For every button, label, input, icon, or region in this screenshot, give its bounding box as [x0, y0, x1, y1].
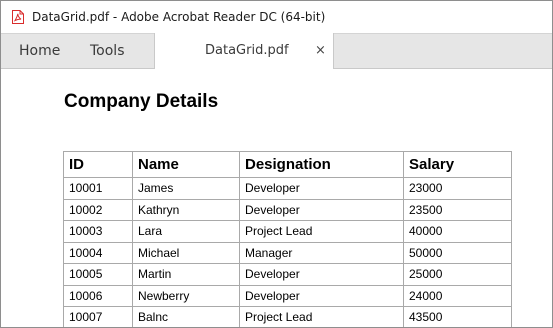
- document-tab-label[interactable]: DataGrid.pdf: [205, 33, 289, 69]
- cell-name: Martin: [132, 263, 240, 286]
- cell-name: Newberry: [132, 284, 240, 307]
- tab-tools[interactable]: Tools: [90, 34, 125, 69]
- tab-document[interactable]: DataGrid.pdf ×: [154, 33, 334, 70]
- cell-salary: 24000: [403, 284, 512, 307]
- table-row: 10006 Newberry Developer 24000: [63, 284, 512, 307]
- cell-salary: 43500: [403, 306, 512, 327]
- cell-id: 10004: [63, 241, 133, 264]
- table-header-row: ID Name Designation Salary: [63, 151, 512, 178]
- cell-salary: 50000: [403, 241, 512, 264]
- cell-designation: Project Lead: [239, 220, 404, 243]
- app-window: DataGrid.pdf - Adobe Acrobat Reader DC (…: [0, 0, 553, 328]
- acrobat-pdf-icon: [12, 10, 24, 24]
- cell-id: 10003: [63, 220, 133, 243]
- column-header-id: ID: [63, 151, 133, 178]
- cell-id: 10001: [63, 177, 133, 200]
- cell-designation: Manager: [239, 241, 404, 264]
- page-title: Company Details: [64, 91, 219, 112]
- cell-name: Balnc: [132, 306, 240, 327]
- cell-id: 10002: [63, 198, 133, 221]
- cell-salary: 25000: [403, 263, 512, 286]
- table-row: 10002 Kathryn Developer 23500: [63, 198, 512, 221]
- cell-salary: 23000: [403, 177, 512, 200]
- column-header-salary: Salary: [403, 151, 512, 178]
- cell-designation: Developer: [239, 263, 404, 286]
- column-header-name: Name: [132, 151, 240, 178]
- cell-id: 10005: [63, 263, 133, 286]
- cell-name: Kathryn: [132, 198, 240, 221]
- cell-name: James: [132, 177, 240, 200]
- cell-designation: Developer: [239, 198, 404, 221]
- table-row: 10007 Balnc Project Lead 43500: [63, 306, 512, 327]
- table-row: 10004 Michael Manager 50000: [63, 241, 512, 264]
- cell-designation: Project Lead: [239, 306, 404, 327]
- table-row: 10001 James Developer 23000: [63, 177, 512, 200]
- table-row: 10003 Lara Project Lead 40000: [63, 220, 512, 243]
- cell-name: Michael: [132, 241, 240, 264]
- close-icon[interactable]: ×: [315, 33, 326, 69]
- cell-id: 10006: [63, 284, 133, 307]
- cell-salary: 23500: [403, 198, 512, 221]
- data-table: ID Name Designation Salary 10001 James D…: [63, 151, 512, 327]
- table-row: 10005 Martin Developer 25000: [63, 263, 512, 286]
- tab-home[interactable]: Home: [19, 34, 60, 69]
- cell-designation: Developer: [239, 284, 404, 307]
- column-header-designation: Designation: [239, 151, 404, 178]
- cell-id: 10007: [63, 306, 133, 327]
- window-title: DataGrid.pdf - Adobe Acrobat Reader DC (…: [32, 10, 326, 24]
- cell-name: Lara: [132, 220, 240, 243]
- title-bar: DataGrid.pdf - Adobe Acrobat Reader DC (…: [1, 1, 552, 33]
- tab-bar: Home Tools DataGrid.pdf ×: [1, 33, 552, 70]
- cell-designation: Developer: [239, 177, 404, 200]
- document-viewport[interactable]: Company Details ID Name Designation Sala…: [1, 69, 552, 327]
- cell-salary: 40000: [403, 220, 512, 243]
